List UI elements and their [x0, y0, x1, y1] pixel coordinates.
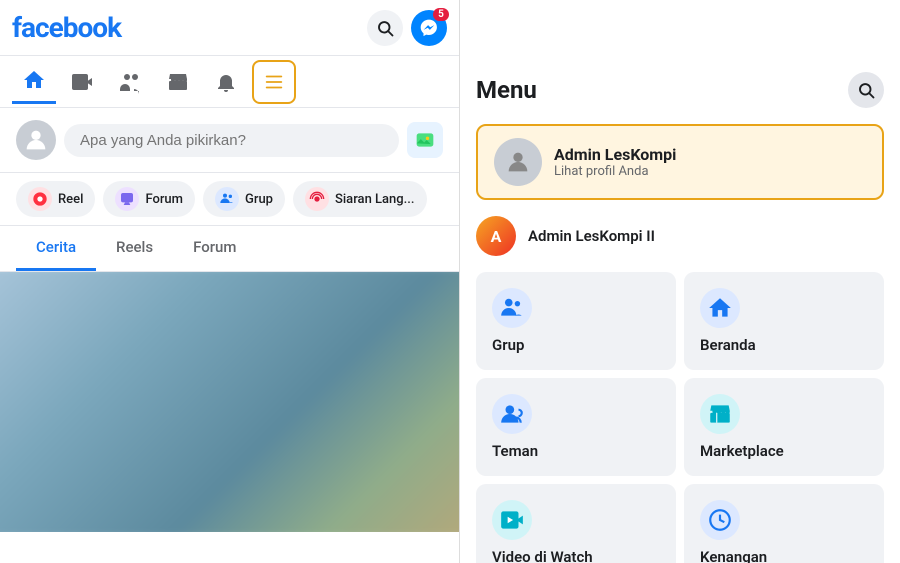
second-account[interactable]: A Admin LesKompi II [460, 208, 900, 272]
kenangan-icon [700, 500, 740, 540]
video-watch-label: Video di Watch [492, 548, 660, 563]
nav-video[interactable] [60, 60, 104, 104]
menu-card-grup[interactable]: Grup [476, 272, 676, 370]
nav-groups[interactable] [108, 60, 152, 104]
right-panel: Menu Admin LesKompi Lihat profil Anda A … [460, 0, 900, 563]
menu-header: Menu [460, 56, 900, 116]
facebook-logo: facebook [12, 11, 121, 44]
quick-grup[interactable]: Grup [203, 181, 285, 217]
post-area [0, 108, 459, 173]
tab-forum[interactable]: Forum [173, 226, 256, 271]
grup-label: Grup [492, 336, 660, 354]
menu-card-kenangan[interactable]: Kenangan [684, 484, 884, 563]
menu-title: Menu [476, 76, 537, 104]
nav-menu[interactable] [252, 60, 296, 104]
kenangan-label: Kenangan [700, 548, 868, 563]
top-nav: facebook 5 [0, 0, 459, 56]
nav-marketplace[interactable] [156, 60, 200, 104]
nav-home[interactable] [12, 60, 56, 104]
marketplace-label: Marketplace [700, 442, 868, 460]
menu-card-beranda[interactable]: Beranda [684, 272, 884, 370]
user-avatar [16, 120, 56, 160]
tabs: Cerita Reels Forum [0, 226, 459, 272]
content-area [0, 272, 459, 532]
post-input[interactable] [64, 124, 399, 157]
grup-icon [492, 288, 532, 328]
profile-sub: Lihat profil Anda [554, 164, 866, 179]
second-nav [0, 56, 459, 108]
teman-label: Teman [492, 442, 660, 460]
left-panel: facebook 5 [0, 0, 460, 563]
content-image [0, 272, 459, 532]
video-watch-icon [492, 500, 532, 540]
profile-card[interactable]: Admin LesKompi Lihat profil Anda [476, 124, 884, 200]
quick-reel[interactable]: Reel [16, 181, 95, 217]
beranda-label: Beranda [700, 336, 868, 354]
quick-forum[interactable]: Forum [103, 181, 195, 217]
search-button[interactable] [367, 10, 403, 46]
profile-avatar [494, 138, 542, 186]
photo-button[interactable] [407, 122, 443, 158]
messenger-button[interactable]: 5 [411, 10, 447, 46]
messenger-badge: 5 [433, 8, 449, 21]
teman-icon [492, 394, 532, 434]
menu-grid: Grup Beranda Teman [460, 272, 900, 563]
menu-search-button[interactable] [848, 72, 884, 108]
tab-cerita[interactable]: Cerita [16, 226, 96, 271]
menu-card-teman[interactable]: Teman [476, 378, 676, 476]
tab-reels[interactable]: Reels [96, 226, 173, 271]
marketplace-icon [700, 394, 740, 434]
profile-info: Admin LesKompi Lihat profil Anda [554, 145, 866, 179]
menu-card-video-watch[interactable]: Video di Watch [476, 484, 676, 563]
quick-actions: Reel Forum Grup Siaran Lang... [0, 173, 459, 226]
quick-siaran[interactable]: Siaran Lang... [293, 181, 427, 217]
second-account-avatar: A [476, 216, 516, 256]
beranda-icon [700, 288, 740, 328]
profile-name: Admin LesKompi [554, 145, 866, 164]
menu-card-marketplace[interactable]: Marketplace [684, 378, 884, 476]
nav-bell[interactable] [204, 60, 248, 104]
second-account-name: Admin LesKompi II [528, 227, 655, 245]
